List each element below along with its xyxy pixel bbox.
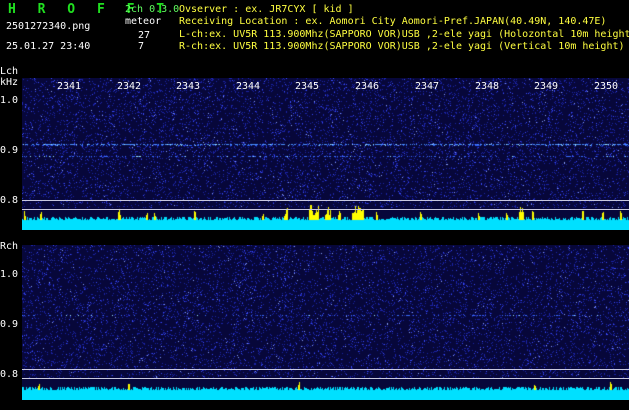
lch-spectrogram-canvas — [22, 78, 629, 230]
observer-info: Ovserver : ex. JR7CYX [ kid ] — [179, 4, 354, 15]
lch-spectrogram — [22, 78, 629, 230]
lch-meteor-count: 27 — [138, 30, 151, 41]
lch-ytick-1: 1.0 — [0, 95, 19, 106]
xtick-2348: 2348 — [475, 81, 500, 92]
lch-ytick-3: 0.8 — [0, 195, 19, 206]
lch-label: Lch — [0, 66, 19, 77]
rch-ytick-1: 1.0 — [0, 269, 19, 280]
location-info: Receiving Location : ex. Aomori City Aom… — [179, 16, 607, 27]
datetime: 25.01.27 23:40 — [6, 41, 91, 52]
lch-ref-line — [22, 200, 629, 201]
filename: 2501272340.png — [6, 21, 91, 32]
rch-ytick-2: 0.9 — [0, 319, 19, 330]
meteor-label: meteor — [125, 16, 162, 27]
rch-ref-line — [22, 378, 629, 379]
xtick-2345: 2345 — [295, 81, 320, 92]
xtick-2341: 2341 — [57, 81, 82, 92]
lch-ref-line — [22, 209, 629, 210]
xtick-2342: 2342 — [117, 81, 142, 92]
lch-unit-label: kHz — [0, 77, 19, 88]
rch-meteor-count: 7 — [138, 41, 145, 52]
xtick-2346: 2346 — [355, 81, 380, 92]
rch-info: R-ch:ex. UV5R 113.900Mhz(SAPPORO VOR)USB… — [179, 41, 625, 52]
xtick-2349: 2349 — [534, 81, 559, 92]
rch-spectrogram — [22, 245, 629, 400]
lch-info: L-ch:ex. UV5R 113.900Mhz(SAPPORO VOR)USB… — [179, 29, 629, 40]
xtick-2343: 2343 — [176, 81, 201, 92]
rch-ytick-3: 0.8 — [0, 369, 19, 380]
rch-label: Rch — [0, 241, 19, 252]
lch-ytick-2: 0.9 — [0, 145, 19, 156]
xtick-2344: 2344 — [236, 81, 261, 92]
xtick-2347: 2347 — [415, 81, 440, 92]
xtick-2350: 2350 — [594, 81, 619, 92]
rch-ref-line — [22, 369, 629, 370]
version-label: 2ch 0.3.0 — [125, 4, 180, 15]
rch-spectrogram-canvas — [22, 245, 629, 400]
